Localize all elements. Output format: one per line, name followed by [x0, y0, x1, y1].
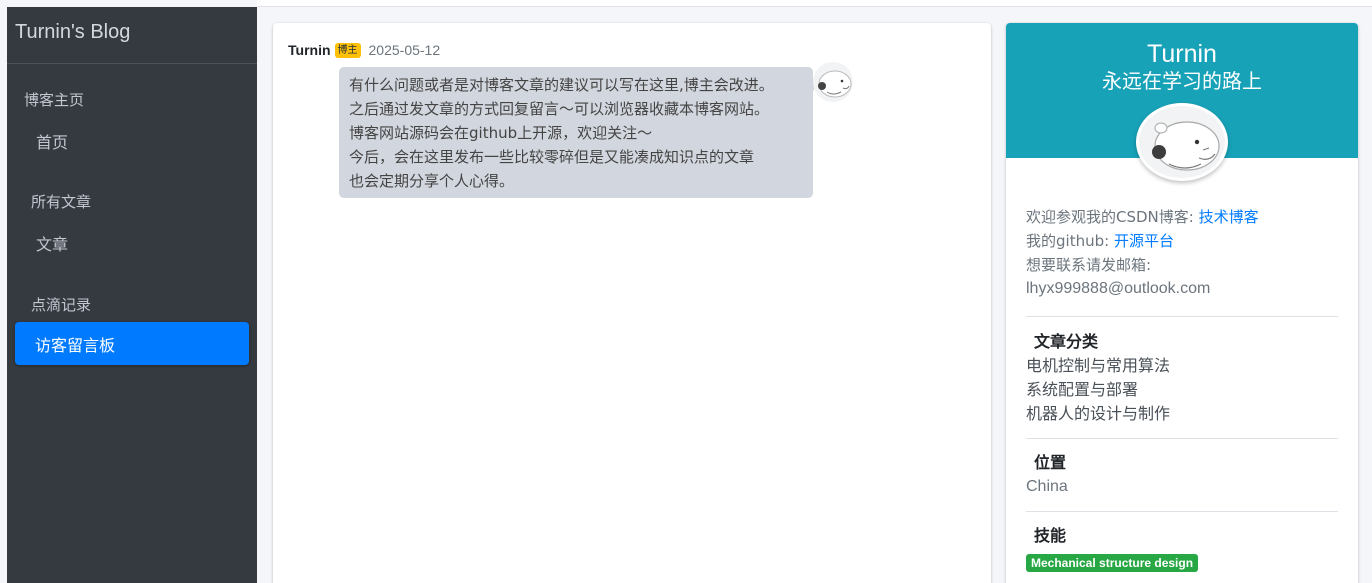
category-item[interactable]: 系统配置与部署: [1026, 378, 1338, 402]
sidebar-item-guestbook[interactable]: 访客留言板: [15, 322, 249, 365]
profile-body: 欢迎参观我的CSDN博客: 技术博客 我的github: 开源平台 想要联系请发…: [1026, 205, 1338, 576]
location-value: China: [1026, 478, 1068, 495]
github-line: 我的github: 开源平台: [1026, 229, 1338, 253]
guestbook-card: Turnin 博主 2025-05-12 有什么问题或者是对博客文章的建议可以写…: [273, 23, 991, 583]
sidebar-item-articles[interactable]: 文章: [36, 231, 68, 255]
bear-avatar-icon: [813, 62, 853, 102]
csdn-label: 欢迎参观我的CSDN博客:: [1026, 208, 1194, 226]
nav-header-records: 点滴记录: [31, 296, 92, 314]
message-line: 博客网站源码会在github上开源，欢迎关注～: [349, 124, 653, 142]
profile-card: Turnin 永远在学习的路上 欢迎参观我的CSDN博客: 技术博客 我的git…: [1006, 23, 1358, 583]
github-label: 我的github:: [1026, 232, 1110, 250]
divider: [1026, 511, 1338, 512]
category-item[interactable]: 电机控制与常用算法: [1026, 354, 1338, 378]
message-bubble: 有什么问题或者是对博客文章的建议可以写在这里,博主会改进。 之后通过发文章的方式…: [339, 67, 819, 198]
message-author: Turnin: [288, 42, 331, 58]
owner-badge: 博主: [334, 42, 361, 58]
message-date: 2025-05-12: [368, 42, 441, 58]
skills-list: Mechanical structure design: [1026, 552, 1338, 576]
csdn-line: 欢迎参观我的CSDN博客: 技术博客: [1026, 205, 1338, 229]
message-avatar: [813, 62, 853, 102]
nav-header-home: 博客主页: [24, 91, 85, 109]
top-navbar: [257, 0, 1372, 7]
message-header: Turnin 博主 2025-05-12: [288, 42, 440, 58]
bear-avatar-icon: [1139, 106, 1225, 178]
profile-name: Turnin: [1147, 40, 1217, 68]
location-title: 位置: [1034, 453, 1067, 472]
message-line: 也会定期分享个人心得。: [349, 172, 515, 190]
profile-avatar: [1136, 103, 1228, 181]
github-link[interactable]: 开源平台: [1114, 232, 1174, 250]
profile-motto: 永远在学习的路上: [1102, 69, 1262, 93]
nav-header-articles: 所有文章: [31, 193, 92, 211]
csdn-link[interactable]: 技术博客: [1199, 208, 1259, 226]
categories-title: 文章分类: [1034, 332, 1099, 351]
email-label: 想要联系请发邮箱:: [1026, 256, 1152, 274]
sidebar-item-home[interactable]: 首页: [36, 129, 68, 153]
message-line: 之后通过发文章的方式回复留言～可以浏览器收藏本博客网站。: [349, 100, 770, 118]
category-item[interactable]: 机器人的设计与制作: [1026, 402, 1338, 426]
email-address: lhyx999888@outlook.com: [1026, 280, 1211, 297]
divider: [1026, 316, 1338, 317]
message-line: 今后，会在这里发布一些比较零碎但是又能凑成知识点的文章: [349, 148, 755, 166]
message-line: 有什么问题或者是对博客文章的建议可以写在这里,博主会改进。: [349, 76, 774, 94]
skills-title: 技能: [1034, 526, 1067, 545]
sidebar: Turnin's Blog 博客主页 首页 所有文章 文章 点滴记录 访客留言板: [7, 7, 257, 583]
brand-title[interactable]: Turnin's Blog: [7, 7, 257, 64]
divider: [1026, 438, 1338, 439]
skill-badge: Mechanical structure design: [1026, 554, 1199, 572]
